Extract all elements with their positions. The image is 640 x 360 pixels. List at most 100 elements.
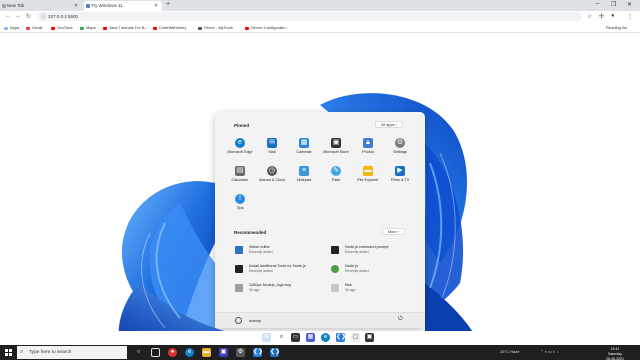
file-icon: [235, 246, 243, 254]
folder-icon[interactable]: ▬: [202, 348, 211, 357]
bookmark-star-icon[interactable]: ☆: [587, 13, 592, 20]
pinned-app-calendar[interactable]: ▦ Calendar: [289, 138, 319, 154]
close-icon[interactable]: ✕: [74, 3, 78, 9]
forward-icon[interactable]: →: [15, 13, 21, 19]
back-icon[interactable]: ←: [5, 13, 11, 19]
pinned-app-store[interactable]: ▣ Microsoft Store: [321, 138, 351, 154]
cortana-icon[interactable]: ○: [134, 348, 143, 357]
power-icon[interactable]: ⏻: [398, 316, 403, 323]
task-view-icon[interactable]: ▭: [291, 333, 300, 342]
vscode-icon[interactable]: ❮❯: [336, 333, 346, 342]
recommended-item[interactable]: Install Additional Tools for Node.js Rec…: [235, 263, 325, 277]
calculator-icon: ▤: [235, 166, 245, 176]
nodejs-icon: [331, 265, 339, 273]
tab-strip: New Tab ✕ Try Windows 11 ✕ + – ❐ ✕: [0, 0, 640, 11]
vscode-icon[interactable]: ❮❯: [253, 348, 263, 357]
mail-icon: ✉: [267, 138, 277, 148]
minimize-icon[interactable]: –: [596, 1, 599, 7]
start-button-icon[interactable]: ⊞: [262, 333, 271, 342]
tab-favicon: [86, 4, 90, 8]
more-button[interactable]: More ›: [382, 228, 405, 235]
pinned-app-tips[interactable]: ! Tips: [225, 194, 255, 210]
bookmark-server-config[interactable]: Server Configuratio...: [245, 25, 289, 30]
image-file-icon: [235, 284, 243, 292]
bookmark-java-tutorials[interactable]: Java Tutorials For B...: [103, 25, 148, 30]
address-bar[interactable]: ⓘ 127.0.0.1:5500: [37, 12, 582, 21]
reading-list[interactable]: Reading list: [606, 25, 627, 30]
edge-icon: e: [235, 138, 245, 148]
windows-taskbar: ⌕ Type here to search ○ ● e ▬ ▣ ⚙ ❮❯ ❮❯ …: [0, 345, 640, 360]
recommended-item[interactable]: Node.js Recently added: [331, 263, 421, 277]
tab-try-windows-11[interactable]: Try Windows 11 ✕: [84, 1, 162, 11]
pinned-app-notepad[interactable]: ≡ Notepad: [289, 166, 319, 182]
recommended-item[interactable]: files 3h ago: [331, 282, 421, 296]
tab-label: New Tab: [7, 3, 25, 8]
all-apps-button[interactable]: All apps ›: [375, 121, 403, 128]
terminal-icon: [331, 246, 339, 254]
widgets-icon[interactable]: ▦: [306, 333, 315, 342]
edge-icon[interactable]: e: [185, 348, 194, 357]
pinned-app-edge[interactable]: e Microsoft Edge: [225, 138, 255, 154]
user-icon[interactable]: [235, 317, 242, 324]
file-icon[interactable]: ▢: [351, 333, 360, 342]
close-window-icon[interactable]: ✕: [627, 1, 632, 8]
maximize-icon[interactable]: ❐: [611, 1, 616, 8]
youtube-icon: [103, 26, 107, 30]
profile-icon[interactable]: ●: [611, 13, 615, 19]
paint-icon: ✎: [331, 166, 341, 176]
taskbar-search-box[interactable]: ⌕ Type here to search: [17, 346, 127, 359]
taskbar-clock[interactable]: 19:41 Saturday 26-06-2021: [600, 347, 630, 360]
bookmark-maps[interactable]: Maps: [80, 25, 96, 30]
extensions-icon[interactable]: ✣: [599, 13, 604, 20]
pinned-app-mail[interactable]: ✉ Mail: [257, 138, 287, 154]
vscode-icon[interactable]: ❮❯: [270, 348, 280, 357]
youtube-icon: [51, 26, 55, 30]
settings-icon[interactable]: ⚙: [236, 348, 245, 357]
weather-status[interactable]: 26°C Haze: [500, 349, 519, 354]
recommended-item[interactable]: Vision editor Recently added: [235, 244, 325, 258]
pinned-app-file-explorer[interactable]: ▬ File Explorer: [353, 166, 383, 182]
photos-icon: ▲: [363, 138, 373, 148]
pinned-app-calculator[interactable]: ▤ Calculator: [225, 166, 255, 182]
bookmark-apps[interactable]: Apps: [4, 25, 19, 30]
bookmark-home-mytools[interactable]: Home - MyTools: [198, 25, 233, 30]
pinned-app-paint[interactable]: ✎ Paint: [321, 166, 351, 182]
store-icon[interactable]: ▣: [365, 333, 374, 342]
windows-start-icon[interactable]: [5, 349, 12, 356]
calendar-icon: ▦: [299, 138, 309, 148]
start-menu: Pinned All apps › e Microsoft Edge ✉ Mai…: [215, 112, 425, 328]
youtube-icon: [245, 26, 249, 30]
site-info-icon[interactable]: ⓘ: [41, 13, 46, 20]
tab-favicon: [2, 4, 6, 8]
clock-icon: ◷: [267, 166, 277, 176]
recommended-item[interactable]: 1280px-Nodejs_logo.svg 3h ago: [235, 282, 325, 296]
bookmark-youtube[interactable]: YouTube: [51, 25, 73, 30]
menu-icon[interactable]: ⋮: [627, 13, 633, 20]
app-icon[interactable]: ▣: [219, 348, 228, 357]
bookmark-gmail[interactable]: Gmail: [26, 25, 42, 30]
url-text: 127.0.0.1:5500: [48, 14, 79, 19]
document-icon: [331, 284, 339, 292]
pinned-app-settings[interactable]: ⚙ Settings: [385, 138, 415, 154]
bookmark-codewithharry[interactable]: CodeWithHarry: [153, 25, 186, 30]
tray-icons[interactable]: ⌃ ◖ ▭ ◐ ♪: [540, 349, 558, 354]
tab-label: Try Windows 11: [91, 3, 123, 8]
chrome-icon[interactable]: ●: [168, 348, 177, 357]
folder-icon: ▬: [363, 166, 373, 176]
edge-icon[interactable]: e: [321, 333, 330, 342]
reload-icon[interactable]: ↻: [26, 13, 31, 20]
apps-icon: [4, 26, 8, 30]
tab-new-tab[interactable]: New Tab ✕: [0, 1, 82, 11]
pinned-app-photos[interactable]: ▲ Photos: [353, 138, 383, 154]
pinned-heading: Pinned: [234, 123, 250, 128]
new-tab-button[interactable]: +: [166, 1, 170, 8]
recommended-item[interactable]: Node.js command prompt Recently added: [331, 244, 421, 258]
pinned-app-films-tv[interactable]: ▶ Films & TV: [385, 166, 415, 182]
search-icon[interactable]: ⌕: [277, 333, 286, 342]
search-icon: ⌕: [20, 349, 24, 355]
user-name[interactable]: manny: [249, 318, 261, 323]
task-view-icon[interactable]: [151, 348, 160, 357]
close-icon[interactable]: ✕: [154, 3, 158, 9]
pinned-app-alarms[interactable]: ◷ Alarms & Clock: [257, 166, 287, 182]
youtube-icon: [153, 26, 157, 30]
